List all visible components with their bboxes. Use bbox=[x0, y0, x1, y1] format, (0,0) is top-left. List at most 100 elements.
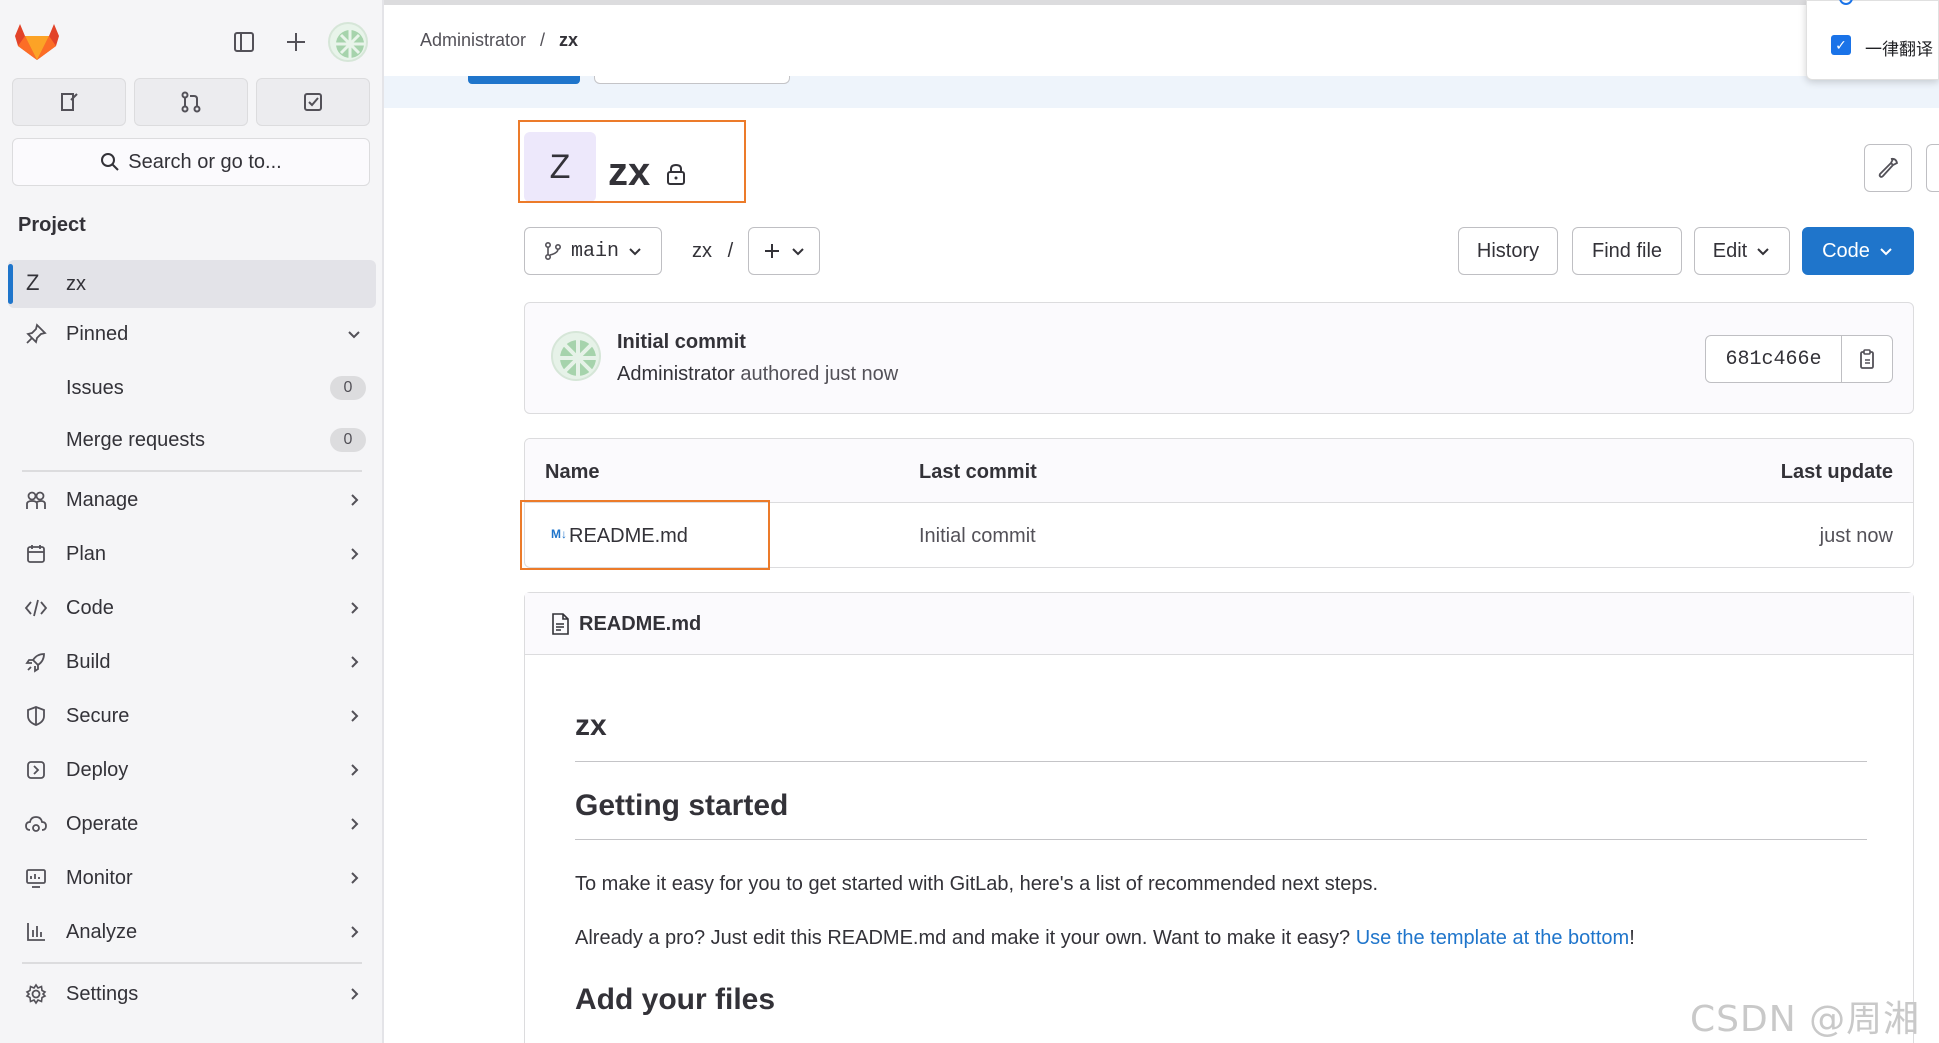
more-actions-button[interactable] bbox=[1926, 144, 1939, 192]
top-border bbox=[384, 0, 1939, 5]
file-last-update: just now bbox=[1819, 525, 1893, 547]
project-settings-button[interactable] bbox=[1864, 144, 1912, 192]
column-name: Name bbox=[545, 461, 600, 483]
table-header: Name Last commit Last update bbox=[525, 439, 1913, 503]
sidebar-item-pinned[interactable]: Pinned bbox=[0, 312, 384, 356]
chevron-right-icon bbox=[351, 494, 359, 506]
annotation-highlight-box bbox=[520, 500, 770, 570]
todo-shortcut-button[interactable] bbox=[256, 78, 370, 126]
commit-meta: Administrator authored just now bbox=[617, 363, 898, 386]
path-separator: / bbox=[727, 240, 734, 262]
sidebar-item-label: Settings bbox=[66, 982, 139, 1005]
commit-author-avatar[interactable] bbox=[551, 331, 601, 381]
sidebar-item-issues[interactable]: Issues 0 bbox=[0, 366, 384, 410]
chevron-right-icon bbox=[351, 764, 359, 776]
chevron-right-icon bbox=[351, 988, 359, 1000]
sidebar-item-label: Plan bbox=[66, 542, 107, 565]
deploy-icon bbox=[22, 756, 50, 784]
sidebar-item-settings[interactable]: Settings bbox=[0, 972, 384, 1016]
sidebar-item-merge-requests[interactable]: Merge requests 0 bbox=[0, 418, 384, 462]
sidebar-item-label: Build bbox=[66, 650, 111, 673]
commit-author[interactable]: Administrator bbox=[617, 363, 735, 385]
todo-icon bbox=[304, 93, 322, 111]
always-translate-label: 一律翻译 bbox=[1865, 40, 1933, 59]
banner-secondary-button[interactable] bbox=[594, 76, 790, 84]
edit-button[interactable]: Edit bbox=[1694, 227, 1790, 275]
sidebar-item-code[interactable]: Code bbox=[0, 586, 384, 630]
sidebar-divider bbox=[22, 962, 362, 964]
commit-sha[interactable]: 681c466e bbox=[1706, 336, 1842, 382]
plus-icon[interactable] bbox=[278, 24, 314, 60]
project-name: zx bbox=[66, 273, 86, 295]
translate-popup: ✓ 一律翻译 bbox=[1806, 0, 1939, 80]
plus-icon bbox=[765, 244, 779, 258]
readme-heading-add-files: Add your files bbox=[575, 983, 776, 1016]
merge-request-icon bbox=[181, 91, 201, 113]
readme-paragraph: To make it easy for you to get started w… bbox=[575, 873, 1379, 895]
search-icon bbox=[101, 153, 119, 171]
template-link[interactable]: Use the template at the bottom bbox=[1356, 927, 1630, 949]
chevron-down-icon bbox=[1757, 248, 1769, 256]
sidebar-item-deploy[interactable]: Deploy bbox=[0, 748, 384, 792]
chevron-down-icon bbox=[629, 248, 641, 256]
add-to-tree-button[interactable] bbox=[748, 227, 820, 275]
watermark: CSDN @周湘zx bbox=[1690, 999, 1921, 1043]
find-file-button[interactable]: Find file bbox=[1572, 227, 1682, 275]
always-translate-checkbox[interactable]: ✓ bbox=[1831, 35, 1851, 55]
alert-banner bbox=[384, 76, 1939, 108]
history-button[interactable]: History bbox=[1458, 227, 1558, 275]
copy-sha-button[interactable] bbox=[1842, 336, 1892, 382]
sidebar-item-project[interactable]: Z zx bbox=[8, 260, 376, 308]
readme-filename[interactable]: README.md bbox=[579, 613, 701, 636]
chevron-right-icon bbox=[351, 926, 359, 938]
code-dropdown-button[interactable]: Code bbox=[1802, 227, 1914, 275]
merge-requests-shortcut-button[interactable] bbox=[134, 78, 248, 126]
sidebar-item-label: Merge requests bbox=[66, 428, 205, 451]
sidebar-item-secure[interactable]: Secure bbox=[0, 694, 384, 738]
chevron-right-icon bbox=[351, 656, 359, 668]
banner-primary-button[interactable] bbox=[468, 76, 580, 84]
path-root[interactable]: zx bbox=[692, 240, 712, 262]
issues-shortcut-button[interactable] bbox=[12, 78, 126, 126]
chevron-down-icon bbox=[1880, 248, 1892, 256]
repo-path: zx / bbox=[692, 240, 733, 263]
sidebar-item-label: Monitor bbox=[66, 866, 133, 889]
code-button-label: Code bbox=[1822, 239, 1870, 262]
sidebar-item-plan[interactable]: Plan bbox=[0, 532, 384, 576]
readme-header: README.md bbox=[525, 593, 1913, 655]
chevron-down-icon bbox=[348, 331, 360, 339]
calendar-icon bbox=[22, 540, 50, 568]
heading-rule bbox=[575, 761, 1867, 762]
chevron-right-icon bbox=[351, 548, 359, 560]
search-input[interactable]: Search or go to... bbox=[12, 138, 370, 186]
sidebar-item-operate[interactable]: Operate bbox=[0, 802, 384, 846]
breadcrumb: Administrator / zx bbox=[420, 30, 578, 51]
find-file-button-label: Find file bbox=[1591, 239, 1663, 262]
branch-selector[interactable]: main bbox=[524, 227, 662, 275]
count-badge: 0 bbox=[330, 376, 366, 400]
edit-button-label: Edit bbox=[1712, 239, 1748, 262]
commit-time: authored just now bbox=[734, 363, 899, 385]
gitlab-logo-icon[interactable] bbox=[14, 22, 60, 62]
sidebar-item-build[interactable]: Build bbox=[0, 640, 384, 684]
user-avatar[interactable] bbox=[328, 22, 368, 62]
toggle-sidebar-icon[interactable] bbox=[226, 24, 262, 60]
file-last-commit-link[interactable]: Initial commit bbox=[919, 525, 1036, 548]
annotation-highlight-box bbox=[518, 120, 746, 203]
commit-title[interactable]: Initial commit bbox=[617, 331, 746, 354]
pin-icon bbox=[22, 320, 50, 348]
breadcrumb-current[interactable]: zx bbox=[559, 30, 578, 51]
sidebar-section-title: Project bbox=[18, 214, 86, 236]
sidebar-item-monitor[interactable]: Monitor bbox=[0, 856, 384, 900]
file-icon bbox=[552, 613, 569, 635]
breadcrumb-separator: / bbox=[540, 30, 546, 50]
monitor-icon bbox=[22, 864, 50, 892]
readme-paragraph: Already a pro? Just edit this README.md … bbox=[575, 927, 1635, 950]
gear-icon bbox=[22, 980, 50, 1008]
sidebar-item-analyze[interactable]: Analyze bbox=[0, 910, 384, 954]
heading-rule bbox=[575, 839, 1867, 840]
branch-icon bbox=[544, 241, 561, 261]
breadcrumb-parent[interactable]: Administrator bbox=[420, 30, 526, 51]
sidebar-item-label: Pinned bbox=[66, 322, 129, 345]
sidebar-item-manage[interactable]: Manage bbox=[0, 478, 384, 522]
